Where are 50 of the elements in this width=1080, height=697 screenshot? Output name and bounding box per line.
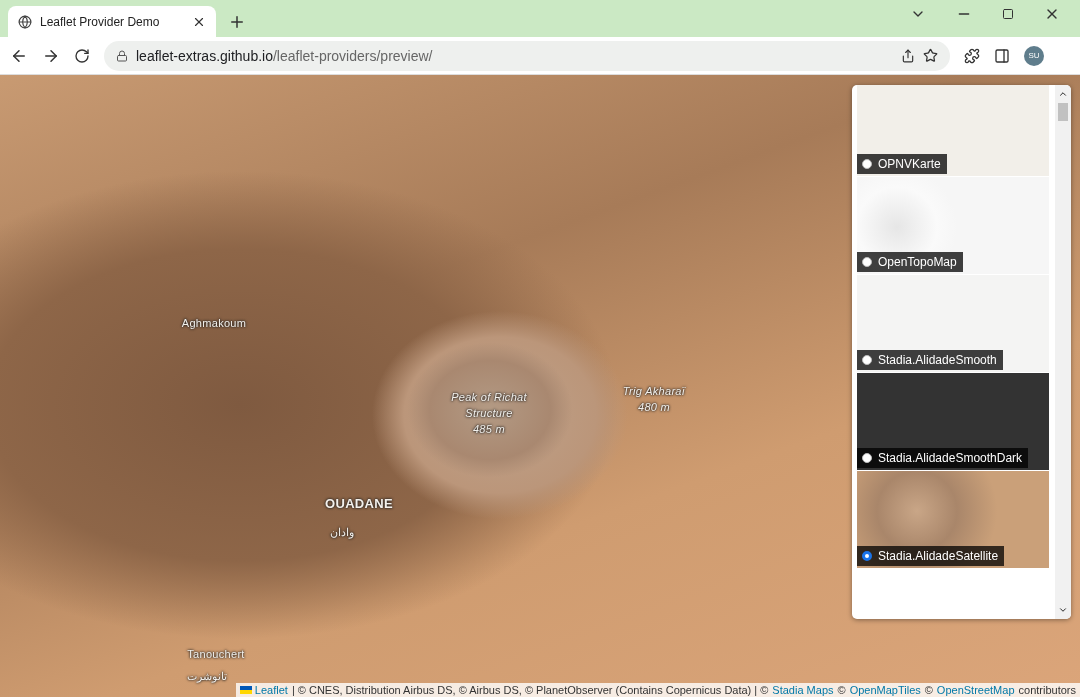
map-label: Tanouchert — [187, 647, 245, 662]
address-bar[interactable]: leaflet-extras.github.io/leaflet-providers/preview/ — [104, 40, 950, 71]
map-label: Aghmakoum — [181, 316, 247, 331]
layer-option[interactable]: Stadia.AlidadeSmoothDark — [857, 448, 1029, 468]
attribution-link[interactable]: OpenStreetMap — [936, 684, 1015, 696]
side-panel-button[interactable] — [994, 47, 1010, 64]
attribution-text: | © CNES, Distribution Airbus DS, © Airbus DS, © PlanetObserver (Contains Copernicus Data) | © — [291, 684, 769, 696]
map-label: OUADANE — [325, 496, 393, 512]
globe-icon — [18, 14, 32, 29]
share-button[interactable] — [901, 48, 915, 63]
reload-button[interactable] — [74, 47, 90, 64]
map-label: وادان — [330, 525, 354, 540]
map-label: Peak of Richat Structure 485 m — [451, 390, 527, 437]
scroll-down-icon[interactable] — [1058, 605, 1068, 615]
radio-button[interactable] — [862, 159, 872, 169]
extensions-button[interactable] — [964, 47, 980, 64]
layer-preview[interactable]: Stadia.AlidadeSmoothDark — [857, 373, 1049, 470]
layer-preview[interactable]: OpenTopoMap — [857, 177, 1049, 274]
tab-title: Leaflet Provider Demo — [40, 14, 161, 29]
layer-option[interactable]: OPNVKarte — [857, 154, 947, 174]
scroll-thumb[interactable] — [1058, 103, 1068, 121]
layer-option[interactable]: Stadia.AlidadeSmooth — [857, 350, 1003, 370]
layer-option[interactable]: OpenTopoMap — [857, 252, 963, 272]
satellite-map[interactable] — [0, 75, 1080, 697]
scroll-up-icon[interactable] — [1058, 89, 1068, 99]
map-label: Trig Akharaï 480 m — [622, 384, 686, 415]
scrollbar[interactable] — [1055, 85, 1071, 619]
url-text: leaflet-extras.github.io/leaflet-providers/preview/ — [136, 47, 434, 64]
maximize-icon[interactable] — [1002, 8, 1014, 20]
attribution-text: contributors — [1018, 684, 1076, 696]
radio-button[interactable] — [862, 453, 872, 463]
layer-preview[interactable]: Stadia.AlidadeSmooth — [857, 275, 1049, 372]
radio-button[interactable] — [862, 355, 872, 365]
attribution-text: © — [924, 684, 933, 696]
new-tab-button[interactable] — [228, 13, 246, 31]
layer-option[interactable]: Stadia.AlidadeSatellite — [857, 546, 1005, 566]
profile-avatar[interactable]: SU — [1024, 45, 1044, 66]
layer-preview[interactable]: OPNVKarte — [857, 85, 1049, 176]
bookmark-star-button[interactable] — [923, 48, 938, 63]
flag-icon — [239, 686, 252, 694]
attribution-text: © — [837, 684, 846, 696]
lock-icon — [116, 49, 128, 62]
radio-button[interactable] — [862, 551, 872, 561]
attribution-link[interactable]: Leaflet — [239, 684, 288, 696]
attribution-link[interactable]: OpenMapTiles — [849, 684, 921, 696]
browser-tab[interactable]: Leaflet Provider Demo — [8, 6, 216, 37]
radio-button[interactable] — [862, 257, 872, 267]
map-label: تانوشرت — [187, 669, 227, 684]
layer-preview[interactable]: Stadia.AlidadeSatellite — [857, 471, 1049, 568]
attribution-link[interactable]: Stadia Maps — [772, 684, 834, 696]
